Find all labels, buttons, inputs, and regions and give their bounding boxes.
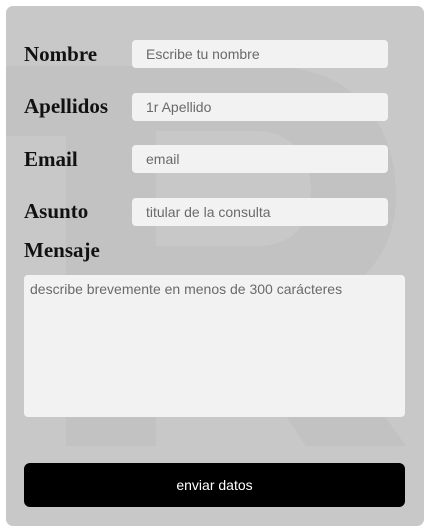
apellidos-input[interactable] [132,93,388,121]
asunto-label: Asunto [24,198,89,223]
mensaje-label: Mensaje [24,237,100,262]
nombre-label: Nombre [24,41,98,66]
asunto-row: Asunto [24,196,88,226]
mensaje-textarea[interactable] [24,275,405,417]
asunto-input[interactable] [132,198,388,226]
apellidos-label: Apellidos [24,93,109,118]
nombre-row: Nombre [24,39,97,69]
mensaje-row: Mensaje [24,235,100,265]
contact-form-card: Nombre Apellidos Email Asunto Mensaje en… [6,6,424,526]
nombre-input[interactable] [132,40,388,68]
email-row: Email [24,144,78,174]
email-label: Email [24,146,78,171]
apellidos-row: Apellidos [24,91,108,121]
letter-r-watermark-icon [6,66,406,446]
email-input[interactable] [132,145,388,173]
submit-button[interactable]: enviar datos [24,463,405,507]
